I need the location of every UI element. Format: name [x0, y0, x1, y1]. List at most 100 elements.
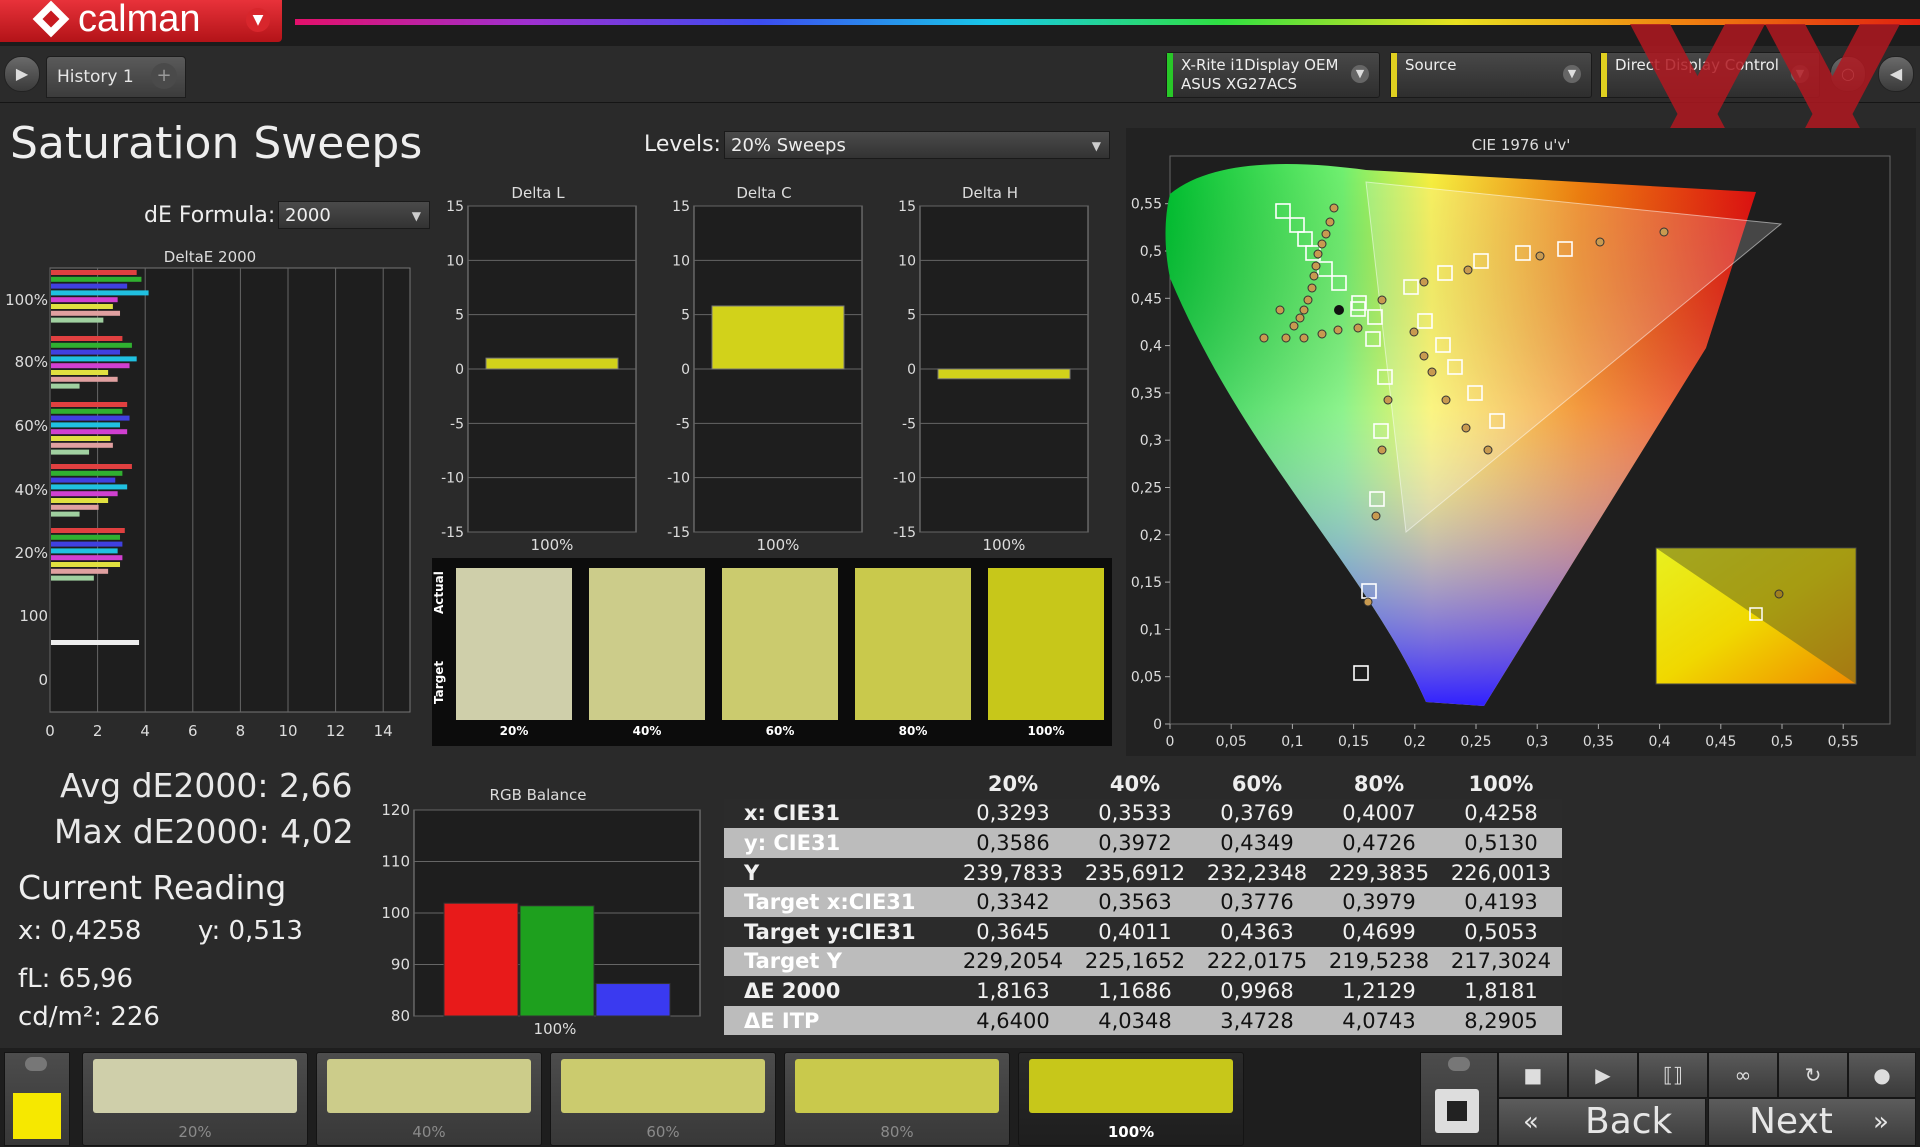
table-cell: 4,0743: [1318, 1005, 1440, 1036]
deltae-bar: [51, 568, 109, 574]
swatch-2: [589, 568, 705, 720]
actual-marker: [1259, 333, 1269, 343]
patch-color: [93, 1059, 297, 1113]
y-tick-label: -5: [902, 416, 916, 432]
deltae-bar: [51, 276, 142, 282]
white-point-marker: [1334, 305, 1344, 315]
stop-square-button[interactable]: [1435, 1089, 1479, 1133]
delta-bar-label: 100%: [757, 536, 800, 554]
deltae-bar: [51, 548, 118, 554]
meter-name: X-Rite i1Display OEM: [1181, 56, 1339, 74]
rgb-bar-g: [519, 905, 595, 1017]
chevron-down-icon[interactable]: ▼: [1563, 65, 1581, 83]
levels-select[interactable]: 20% Sweeps ▼: [724, 131, 1110, 159]
x-tick-label: 0,5: [1771, 734, 1793, 750]
patch-80pct[interactable]: 80%: [784, 1052, 1010, 1146]
swatch-panel: Actual Target 20% 40% 60% 80% 100%: [432, 558, 1112, 746]
tab-label: History 1: [57, 67, 134, 87]
deltae-bar: [51, 270, 137, 275]
table-cell: 217,3024: [1440, 946, 1562, 977]
chevron-down-icon[interactable]: ▼: [246, 8, 270, 32]
back-button[interactable]: « Back: [1498, 1098, 1706, 1146]
current-x: x: 0,4258: [18, 916, 142, 946]
deltae-bar: [51, 342, 132, 348]
swatch-label: 60%: [765, 724, 795, 738]
loop-icon[interactable]: ∞: [1708, 1052, 1778, 1098]
de-formula-select[interactable]: 2000 ▼: [278, 201, 430, 229]
refresh-icon[interactable]: ↻: [1778, 1052, 1848, 1098]
table-cell: 219,5238: [1318, 946, 1440, 977]
status-bar: [1391, 53, 1397, 97]
actual-marker: [1299, 333, 1309, 343]
double-chevron-right-icon: »: [1873, 1107, 1889, 1137]
next-button[interactable]: Next »: [1708, 1098, 1916, 1146]
row-label: y: CIE31: [724, 828, 952, 858]
x-tick-label: 0,25: [1460, 734, 1491, 750]
y-tick-label: 0: [681, 362, 690, 378]
y-tick-label: 0,55: [1131, 197, 1162, 213]
record-icon[interactable]: ●: [1848, 1052, 1916, 1098]
y-tick-label: 80: [391, 1007, 410, 1025]
patch-100pct[interactable]: 100%: [1018, 1052, 1244, 1146]
actual-marker: [1427, 367, 1437, 377]
table-row: Y 239,7833 235,6912 232,2348 229,3835 226,001…: [724, 857, 1562, 888]
deltae-bar: [51, 356, 137, 362]
x-tick-label: 12: [326, 722, 345, 740]
deltae-bar: [51, 511, 80, 517]
table-cell: 0,4011: [1074, 916, 1196, 947]
patch-color: [327, 1059, 531, 1113]
y-tick-label: -5: [450, 416, 464, 432]
calman-logo-button[interactable]: calman ▼: [0, 0, 282, 42]
table-cell: 0,4349: [1196, 828, 1318, 858]
deltae-bar: [51, 283, 128, 289]
x-tick-label: 10: [278, 722, 297, 740]
table-row: ΔE ITP 4,6400 4,0348 3,4728 4,0743 8,2905: [724, 1005, 1562, 1036]
y-tick-label: 0,3: [1140, 433, 1162, 449]
actual-marker: [1329, 203, 1339, 213]
play-icon[interactable]: ▶: [1568, 1052, 1638, 1098]
x-tick-label: 0,35: [1583, 734, 1614, 750]
deltae-bar: [51, 528, 125, 533]
current-cdm2: cd/m²: 226: [18, 1002, 160, 1032]
source-label: Source: [1405, 56, 1457, 74]
y-tick-label: 0,1: [1140, 622, 1162, 638]
table-cell: 0,5053: [1440, 916, 1562, 947]
row-label: ΔE ITP: [724, 1005, 952, 1036]
add-tab-button[interactable]: +: [151, 63, 177, 89]
column-header: 100%: [1440, 769, 1562, 799]
meter-selector[interactable]: X-Rite i1Display OEM ASUS XG27ACS ▼: [1166, 52, 1380, 98]
actual-marker: [1309, 271, 1319, 281]
chevron-up-icon[interactable]: [1448, 1057, 1470, 1071]
actual-marker: [1299, 305, 1309, 315]
deltae-bar: [51, 310, 121, 316]
deltae-x-ticks: 0 2 4 6 8 10 12 14: [45, 722, 393, 740]
play-arrow-icon[interactable]: ▶: [4, 56, 40, 92]
read-continuous-icon[interactable]: ⟦⟧: [1638, 1052, 1708, 1098]
patch-20pct[interactable]: 20%: [82, 1052, 308, 1146]
patch-40pct[interactable]: 40%: [316, 1052, 542, 1146]
y-tick-label: -10: [893, 471, 916, 487]
rgb-bar-b: [595, 983, 671, 1017]
swatch-3: [722, 568, 838, 720]
stop-button[interactable]: ■: [1498, 1052, 1568, 1098]
deltae-bar: [51, 349, 121, 355]
swatch-5: [988, 568, 1104, 720]
y-tick-label: -10: [441, 471, 464, 487]
chevron-up-icon[interactable]: [25, 1057, 47, 1071]
rgb-balance-title: RGB Balance: [490, 786, 587, 804]
y-tick-label: 15: [446, 199, 464, 215]
deltae-chart-title: DeltaE 2000: [164, 248, 256, 266]
table-cell: 232,2348: [1196, 857, 1318, 888]
x-tick-label: 4: [140, 722, 150, 740]
y-tick-label: 0: [455, 362, 464, 378]
cie-chart: CIE 1976 u'v' 0 0,05 0,1 0,15 0,2 0,25 0,3 0,35…: [1126, 128, 1916, 756]
table-cell: 1,8163: [952, 976, 1074, 1006]
patch-60pct[interactable]: 60%: [550, 1052, 776, 1146]
y-tick-label: -15: [667, 525, 690, 541]
tab-history-1[interactable]: History 1 +: [46, 56, 186, 98]
x-tick-label: 0,4: [1648, 734, 1670, 750]
actual-marker: [1441, 395, 1451, 405]
x-tick-label: 6: [188, 722, 198, 740]
chevron-down-icon[interactable]: ▼: [1351, 65, 1369, 83]
source-selector[interactable]: Source ▼: [1390, 52, 1592, 98]
